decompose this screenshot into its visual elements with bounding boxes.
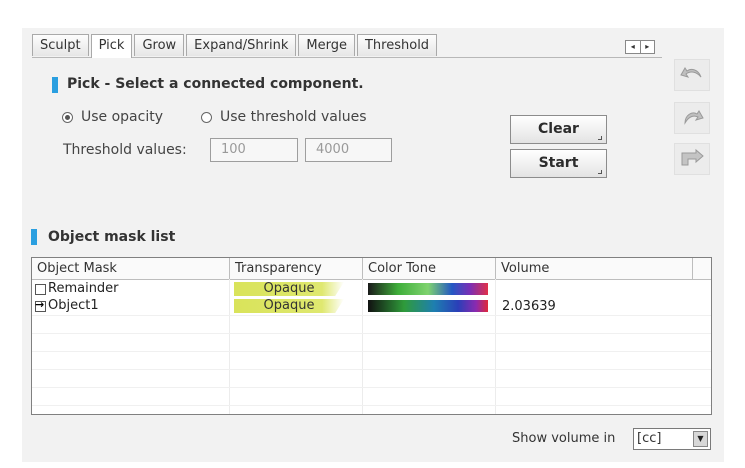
tab-pick[interactable]: Pick [90, 34, 133, 58]
redo-button[interactable] [674, 102, 710, 134]
threshold-max-input[interactable]: 4000 [305, 138, 392, 162]
column-object-mask[interactable]: Object Mask [32, 258, 229, 279]
tab-expand-shrink[interactable]: Expand/Shrink [186, 34, 297, 56]
tab-merge[interactable]: Merge [298, 34, 355, 56]
column-transparency[interactable]: Transparency [229, 258, 362, 279]
button-corner-icon [598, 170, 602, 174]
mask-name: Object1 [48, 298, 99, 313]
start-button[interactable]: Start [510, 149, 607, 178]
mask-list-title: Object mask list [48, 229, 176, 245]
arrow-checkbox-icon[interactable] [35, 297, 46, 313]
table-row[interactable]: Remainder Opaque [32, 281, 711, 298]
mask-name-cell: Object1 [35, 297, 99, 314]
section-marker [52, 77, 58, 93]
column-volume[interactable]: Volume [495, 258, 692, 279]
column-color-tone[interactable]: Color Tone [362, 258, 495, 279]
table-header: Object Mask Transparency Color Tone Volu… [32, 258, 711, 280]
mask-name-cell: Remainder [35, 281, 119, 297]
tab-grow[interactable]: Grow [134, 34, 185, 56]
undo-icon [680, 67, 702, 78]
clear-button[interactable]: Clear [510, 115, 607, 144]
redo-icon [684, 110, 704, 125]
scroll-right-icon[interactable]: ▸ [639, 41, 655, 53]
scroll-left-icon[interactable]: ◂ [626, 41, 640, 53]
color-tone-bar[interactable] [368, 283, 488, 295]
transparency-badge[interactable]: Opaque [234, 299, 344, 313]
grid-line [32, 369, 711, 370]
radio-unchecked-icon[interactable] [201, 111, 212, 123]
undo-button[interactable] [674, 59, 710, 91]
start-button-label: Start [538, 155, 579, 171]
tab-threshold[interactable]: Threshold [356, 34, 438, 56]
button-corner-icon [598, 136, 602, 140]
radio-use-opacity[interactable]: Use opacity [62, 109, 163, 125]
pick-section-title: Pick - Select a connected component. [67, 76, 364, 92]
grid-line [32, 315, 711, 316]
threshold-values-label: Threshold values: [63, 142, 187, 158]
radio-use-opacity-label: Use opacity [81, 109, 163, 125]
export-mask-icon [681, 148, 704, 166]
grid-line [32, 333, 711, 334]
dropdown-arrow-icon[interactable]: ▼ [693, 431, 708, 447]
table-row[interactable]: Object1 Opaque 2.03639 [32, 297, 711, 315]
volume-unit-value: [cc] [637, 431, 662, 446]
checkbox-icon[interactable] [35, 283, 46, 295]
grid-line [32, 351, 711, 352]
tool-tabs: Sculpt Pick Grow Expand/Shrink Merge Thr… [32, 34, 439, 58]
show-volume-label: Show volume in [512, 431, 616, 446]
threshold-min-input[interactable]: 100 [210, 138, 298, 162]
export-mask-button[interactable] [674, 143, 710, 175]
radio-use-threshold[interactable]: Use threshold values [201, 109, 367, 125]
grid-line [32, 405, 711, 406]
volume-value: 2.03639 [502, 299, 556, 314]
tab-sculpt[interactable]: Sculpt [32, 34, 89, 56]
volume-unit-select[interactable]: [cc] ▼ [633, 428, 711, 450]
tab-scroll-buttons[interactable]: ◂ ▸ [625, 40, 655, 54]
grid-line [32, 387, 711, 388]
clear-button-label: Clear [538, 121, 579, 137]
mask-name: Remainder [48, 281, 119, 296]
radio-checked-icon[interactable] [62, 111, 73, 123]
color-tone-bar[interactable] [368, 300, 488, 312]
column-filler [692, 258, 711, 279]
section-marker [31, 229, 37, 245]
transparency-badge[interactable]: Opaque [234, 282, 344, 296]
object-mask-table[interactable]: Object Mask Transparency Color Tone Volu… [31, 257, 712, 415]
radio-use-threshold-label: Use threshold values [220, 109, 367, 125]
